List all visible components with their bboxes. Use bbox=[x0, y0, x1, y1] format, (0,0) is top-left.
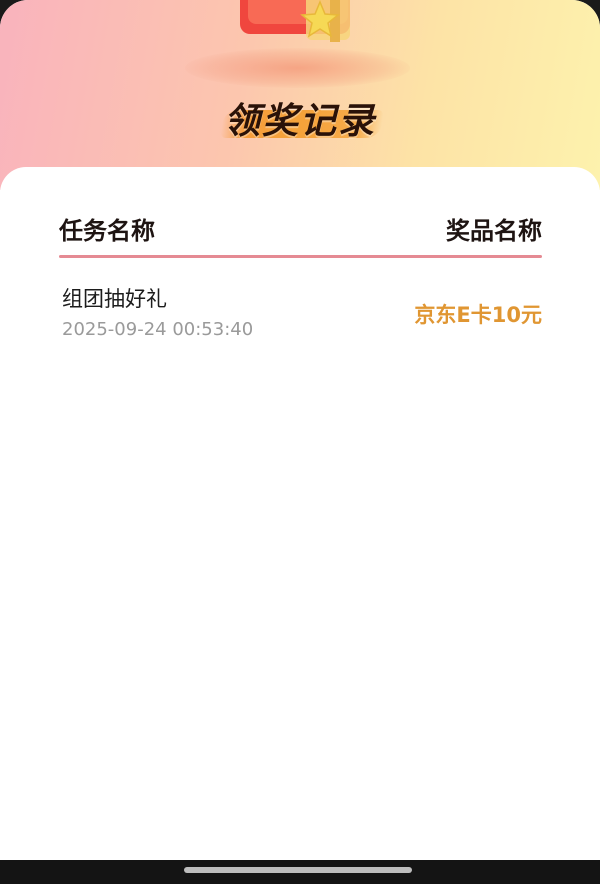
home-indicator[interactable] bbox=[184, 867, 412, 873]
gift-shadow bbox=[185, 48, 410, 88]
prize-name: 京东E卡10元 bbox=[414, 303, 542, 327]
page-title: 领奖记录 bbox=[223, 101, 376, 142]
modal-header: 领奖记录 bbox=[0, 0, 600, 190]
record-row: 组团抽好礼 2025-09-24 00:53:40 京东E卡10元 bbox=[0, 279, 600, 349]
task-name: 组团抽好礼 bbox=[62, 287, 167, 311]
record-timestamp: 2025-09-24 00:53:40 bbox=[62, 319, 254, 340]
prize-record-modal: 领奖记录 任务名称 奖品名称 组团抽好礼 2025-09-24 00:53:40… bbox=[0, 0, 600, 860]
column-header-prize: 奖品名称 bbox=[446, 217, 542, 245]
header-divider bbox=[59, 255, 542, 258]
record-card: 任务名称 奖品名称 组团抽好礼 2025-09-24 00:53:40 京东E卡… bbox=[0, 167, 600, 860]
gift-box-star-icon bbox=[240, 0, 350, 42]
column-header-task: 任务名称 bbox=[59, 217, 155, 245]
